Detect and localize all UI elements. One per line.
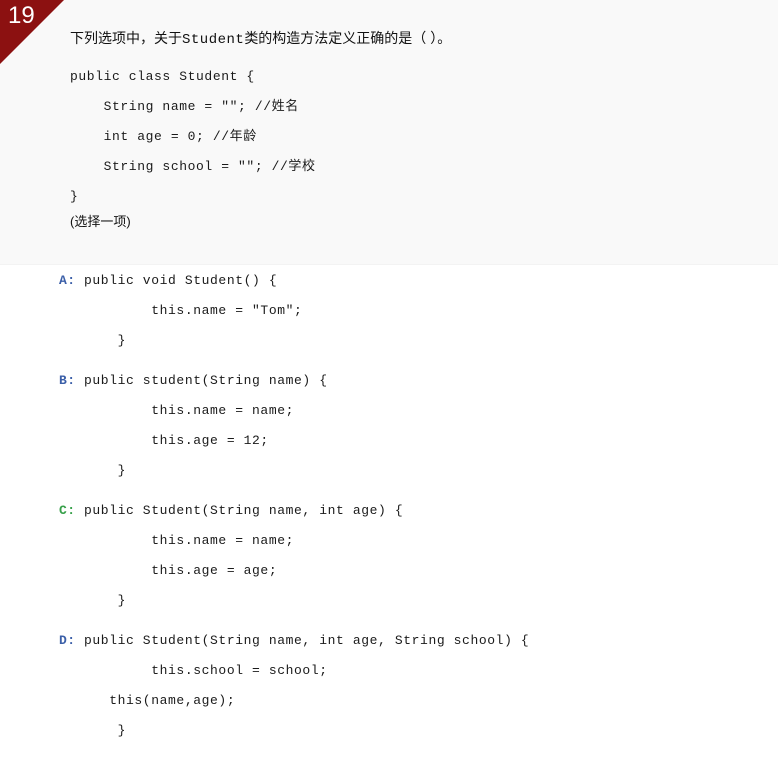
question-prompt: 下列选项中，关于Student类的构造方法定义正确的是（ ）。 <box>70 28 451 50</box>
option-c-code: public Student(String name, int age) { t… <box>84 503 404 608</box>
option-divider-spacer <box>0 356 778 366</box>
option-a-letter: A: <box>59 273 76 288</box>
question-number-label: 19 <box>8 2 35 29</box>
question-panel: 19 下列选项中，关于Student类的构造方法定义正确的是（ ）。 publi… <box>0 0 778 265</box>
answer-options-list: A: public void Student() { this.name = "… <box>0 266 778 746</box>
option-d-code: public Student(String name, int age, Str… <box>84 633 530 738</box>
option-c[interactable]: C: public Student(String name, int age) … <box>0 496 778 616</box>
question-number-ribbon: 19 <box>0 0 64 64</box>
question-prompt-suffix: 类的构造方法定义正确的是（ ）。 <box>244 30 452 46</box>
option-divider-spacer <box>0 616 778 626</box>
question-code-snippet: public class Student { String name = "";… <box>70 69 316 204</box>
option-a[interactable]: A: public void Student() { this.name = "… <box>0 266 778 356</box>
option-b[interactable]: B: public student(String name) { this.na… <box>0 366 778 486</box>
question-prompt-prefix: 下列选项中，关于 <box>70 30 182 46</box>
option-d[interactable]: D: public Student(String name, int age, … <box>0 626 778 746</box>
option-d-letter: D: <box>59 633 76 648</box>
option-c-letter: C: <box>59 503 76 518</box>
option-a-code: public void Student() { this.name = "Tom… <box>84 273 303 348</box>
option-divider-spacer <box>0 486 778 496</box>
option-b-letter: B: <box>59 373 76 388</box>
select-one-note: (选择一项) <box>70 214 131 229</box>
quiz-question-page: 19 下列选项中，关于Student类的构造方法定义正确的是（ ）。 publi… <box>0 0 778 775</box>
option-b-code: public student(String name) { this.name … <box>84 373 328 478</box>
question-prompt-classname: Student <box>182 32 245 48</box>
